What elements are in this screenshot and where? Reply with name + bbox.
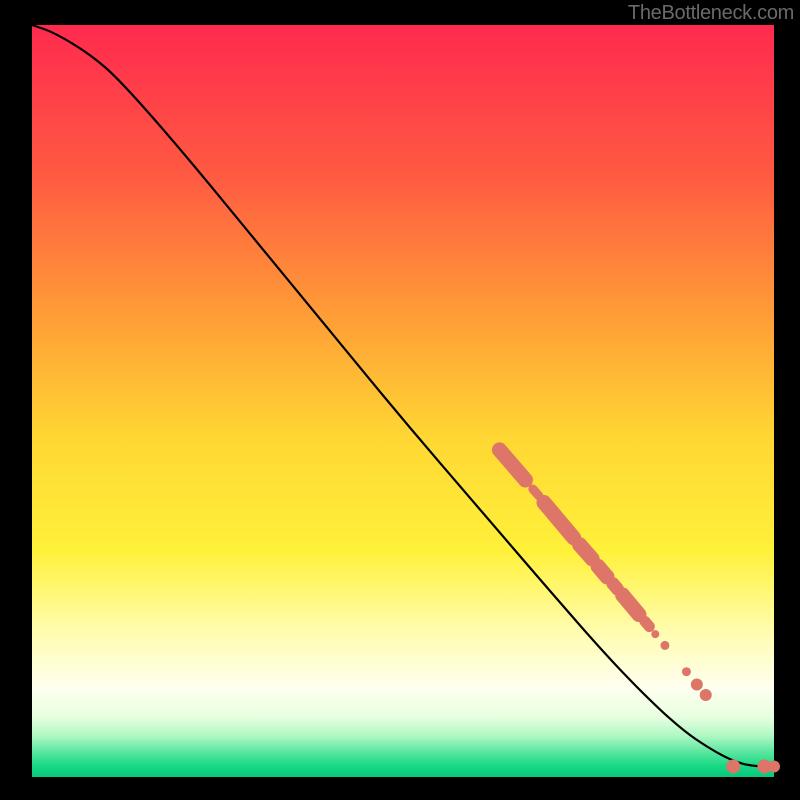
- chart-svg: [0, 0, 800, 800]
- marker-dot: [700, 689, 712, 701]
- bottleneck-chart: TheBottleneck.com: [0, 0, 800, 800]
- marker-dot: [682, 667, 691, 676]
- marker-pill: [533, 489, 539, 496]
- marker-pill: [598, 566, 607, 577]
- marker-pill: [580, 545, 593, 559]
- marker-dot: [660, 641, 669, 650]
- marker-pill: [613, 584, 617, 589]
- marker-dot: [726, 759, 740, 773]
- marker-dot: [651, 630, 659, 638]
- marker-pill: [645, 621, 649, 626]
- watermark-text: TheBottleneck.com: [628, 2, 794, 25]
- plot-background: [32, 25, 774, 777]
- marker-dot: [768, 760, 780, 772]
- marker-dot: [691, 679, 703, 691]
